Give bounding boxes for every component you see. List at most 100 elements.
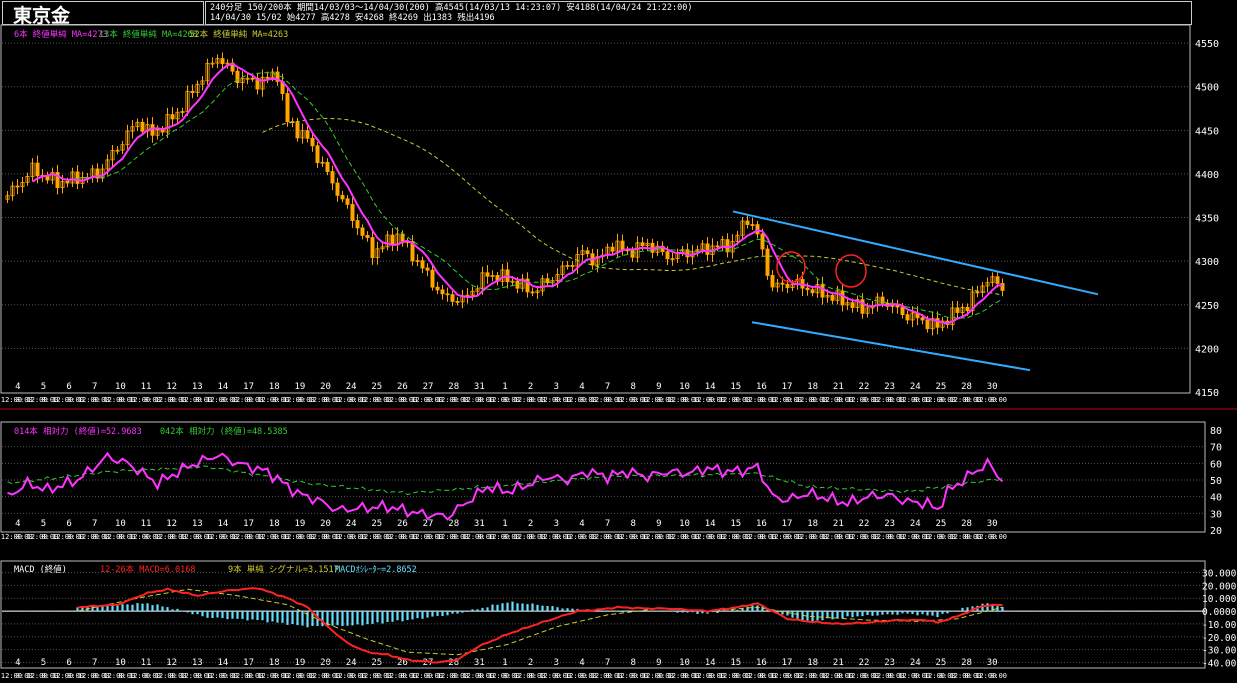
candle-body bbox=[770, 275, 775, 288]
rsi-day-label: 12 bbox=[166, 519, 177, 529]
price-day-label: 17 bbox=[243, 382, 254, 392]
price-tick-label: 4350 bbox=[1195, 214, 1219, 225]
candle-body bbox=[360, 227, 365, 236]
price-day-label: 3 bbox=[554, 382, 559, 392]
rsi-day-label: 6 bbox=[66, 519, 71, 529]
macd-legend-label: 12-26本 MACD=6.0168 bbox=[100, 564, 196, 575]
candle-body bbox=[965, 306, 970, 312]
price-tick-label: 4150 bbox=[1195, 388, 1219, 399]
macd-day-label: 19 bbox=[294, 658, 305, 668]
rsi-tick-label: 30 bbox=[1210, 509, 1222, 520]
macd-day-label: 10 bbox=[115, 658, 126, 668]
candle-body bbox=[975, 291, 980, 294]
candle-body bbox=[305, 130, 310, 139]
candle-body bbox=[345, 198, 350, 205]
price-day-label: 15 bbox=[730, 382, 741, 392]
macd-day-label: 25 bbox=[371, 658, 382, 668]
macd-tick-label: -10.0000 bbox=[1202, 620, 1237, 631]
candle-body bbox=[310, 137, 315, 147]
rsi42-line bbox=[7, 465, 1003, 496]
rsi-day-label: 18 bbox=[807, 519, 818, 529]
price-day-label: 24 bbox=[346, 382, 357, 392]
rsi-day-label: 25 bbox=[371, 519, 382, 529]
candle-body bbox=[140, 121, 145, 132]
candle-body bbox=[905, 314, 910, 321]
rsi-day-label: 8 bbox=[630, 519, 635, 529]
rsi-day-label: 7 bbox=[92, 519, 97, 529]
candle-body bbox=[745, 220, 750, 225]
candle-body bbox=[715, 245, 720, 248]
candle-body bbox=[530, 291, 535, 294]
candle-body bbox=[705, 243, 710, 255]
rsi-tick-label: 80 bbox=[1210, 426, 1222, 437]
price-day-label: 7 bbox=[92, 382, 97, 392]
rsi14-legend-label: 014本 相対力 (終値)=52.9683 bbox=[14, 426, 142, 437]
candle-body bbox=[355, 220, 360, 229]
candle-body bbox=[250, 77, 255, 80]
macd-time-label: 8:00 bbox=[990, 672, 1007, 680]
macd-day-label: 24 bbox=[346, 658, 357, 668]
macd-tick-label: 20.0000 bbox=[1202, 581, 1237, 592]
macd-day-label: 30 bbox=[987, 658, 998, 668]
macd-day-label: 18 bbox=[269, 658, 280, 668]
rsi-day-label: 3 bbox=[554, 519, 559, 529]
candle-body bbox=[640, 242, 645, 246]
ma52-legend-label: 52本 終値単純 MA=4263 bbox=[189, 29, 288, 40]
macd-day-label: 15 bbox=[730, 658, 741, 668]
rsi-time-label: 8:00 bbox=[990, 533, 1007, 541]
price-day-label: 16 bbox=[756, 382, 767, 392]
rsi-day-label: 21 bbox=[833, 519, 844, 529]
price-tick-label: 4550 bbox=[1195, 39, 1219, 50]
price-day-label: 20 bbox=[320, 382, 331, 392]
macd-day-label: 6 bbox=[66, 658, 71, 668]
rsi-day-label: 31 bbox=[474, 519, 485, 529]
price-panel-frame bbox=[0, 24, 1191, 394]
macd-day-label: 14 bbox=[705, 658, 716, 668]
macd-day-label: 23 bbox=[884, 658, 895, 668]
price-day-label: 21 bbox=[833, 382, 844, 392]
candle-body bbox=[15, 185, 20, 188]
candle-body bbox=[35, 162, 40, 177]
rsi-day-label: 23 bbox=[884, 519, 895, 529]
price-tick-label: 4400 bbox=[1195, 170, 1219, 181]
rsi-day-label: 17 bbox=[243, 519, 254, 529]
price-day-label: 25 bbox=[371, 382, 382, 392]
macd-day-label: 11 bbox=[141, 658, 152, 668]
macd-day-label: 10 bbox=[679, 658, 690, 668]
macd-day-label: 21 bbox=[833, 658, 844, 668]
candle-body bbox=[65, 180, 70, 184]
candle-body bbox=[955, 307, 960, 313]
rsi-tick-label: 70 bbox=[1210, 443, 1222, 454]
macd-line bbox=[77, 587, 1003, 664]
price-day-label: 13 bbox=[192, 382, 203, 392]
price-day-label: 10 bbox=[115, 382, 126, 392]
rsi-day-label: 2 bbox=[528, 519, 533, 529]
price-day-label: 2 bbox=[528, 382, 533, 392]
price-day-label: 10 bbox=[679, 382, 690, 392]
candle-body bbox=[920, 317, 925, 321]
price-day-label: 14 bbox=[705, 382, 716, 392]
macd-day-label: 17 bbox=[243, 658, 254, 668]
candle-body bbox=[610, 246, 615, 252]
candle-body bbox=[620, 240, 625, 251]
rsi-day-label: 7 bbox=[605, 519, 610, 529]
rsi-day-label: 14 bbox=[705, 519, 716, 529]
rsi-tick-label: 50 bbox=[1210, 476, 1222, 487]
channel-lower-line bbox=[751, 321, 1031, 372]
price-day-label: 19 bbox=[294, 382, 305, 392]
macd-day-label: 14 bbox=[218, 658, 229, 668]
rsi-day-label: 10 bbox=[115, 519, 126, 529]
candle-body bbox=[840, 290, 845, 306]
candle-body bbox=[765, 248, 770, 276]
macd-tick-label: -20.0000 bbox=[1202, 633, 1237, 644]
candle-body bbox=[75, 171, 80, 184]
candle-body bbox=[445, 293, 450, 296]
candle-body bbox=[485, 272, 490, 277]
price-day-label: 28 bbox=[448, 382, 459, 392]
macd-day-label: 9 bbox=[656, 658, 661, 668]
candle-body bbox=[760, 233, 765, 250]
candle-body bbox=[440, 289, 445, 295]
candle-body bbox=[285, 93, 290, 122]
macd-day-label: 7 bbox=[92, 658, 97, 668]
rsi-day-label: 16 bbox=[756, 519, 767, 529]
